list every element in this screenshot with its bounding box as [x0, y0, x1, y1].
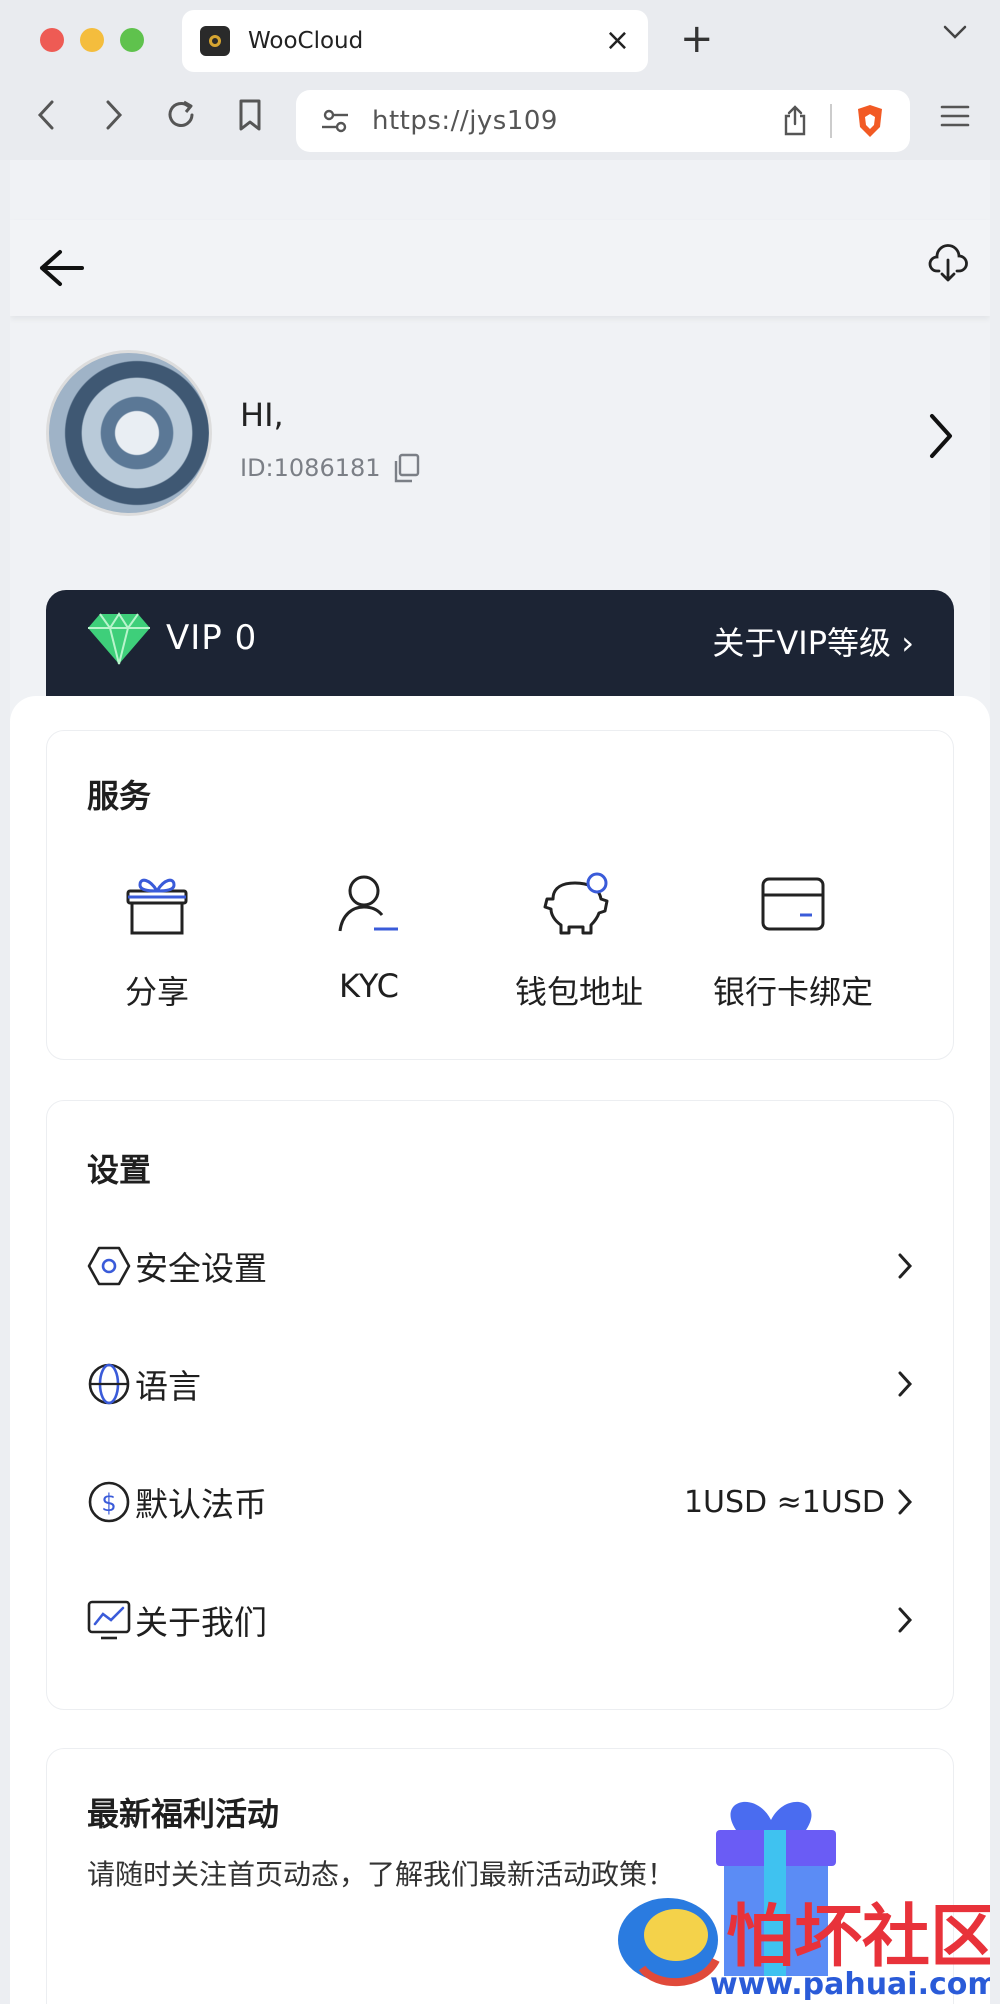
user-verify-icon [338, 875, 398, 932]
promo-subtitle: 请随时关注首页动态，了解我们最新活动政策！ [87, 1858, 676, 1891]
tab-list-chevron-icon[interactable] [942, 24, 968, 40]
back-arrow-icon[interactable] [38, 248, 84, 288]
brave-shield-icon[interactable] [854, 103, 886, 139]
settings-row-currency-label: 默认法币 [135, 1485, 267, 1524]
settings-row-language[interactable]: 语言 [87, 1349, 913, 1419]
service-share-label: 分享 [124, 973, 189, 1011]
user-id-row: ID:1086181 [240, 452, 421, 484]
close-window-button[interactable] [40, 28, 64, 52]
url-separator [830, 104, 832, 138]
shield-hex-icon [87, 1244, 131, 1288]
minimize-window-button[interactable] [80, 28, 104, 52]
settings-row-security[interactable]: 安全设置 [87, 1231, 913, 1301]
bank-card-icon [761, 877, 825, 931]
share-icon[interactable] [782, 105, 808, 137]
promo-title: 最新福利活动 [87, 1795, 280, 1833]
site-favicon-icon [200, 26, 230, 56]
fish-mascot-illustration [618, 1898, 720, 1987]
globe-icon [87, 1362, 131, 1406]
new-tab-button[interactable]: + [680, 16, 714, 62]
settings-row-about-label: 关于我们 [135, 1603, 267, 1642]
copy-icon[interactable] [391, 452, 421, 484]
service-kyc-label: KYC [339, 967, 399, 1005]
dollar-icon: $ [87, 1480, 131, 1524]
watermark-logo: 怕坏社区 www.pahuai.com [618, 1801, 990, 2000]
app-page: HI, ID:1086181 VIP 0 关于VIP等级 › 服务 分享 KYC… [10, 160, 990, 2004]
service-wallet-address[interactable]: 钱包地址 [469, 871, 689, 1013]
settings-row-about[interactable]: 关于我们 [87, 1585, 913, 1655]
services-card: 服务 分享 KYC 钱包地址 银行卡绑定 [46, 730, 954, 1060]
bookmark-icon[interactable] [236, 98, 264, 132]
settings-title: 设置 [87, 1151, 152, 1189]
svg-text:$: $ [101, 1489, 116, 1517]
chevron-right-icon [898, 1607, 913, 1633]
address-bar[interactable]: https://jys109 [296, 90, 910, 152]
settings-card: 设置 安全设置 语言 $ 默认法币 1USD ≈1USD 关于我们 [46, 1100, 954, 1710]
profile-chevron-right-icon[interactable] [928, 412, 954, 460]
service-bank-card-label: 银行卡绑定 [712, 973, 873, 1011]
greeting-text: HI, [240, 396, 284, 434]
reload-icon[interactable] [164, 98, 198, 132]
piggy-bank-icon [543, 872, 609, 935]
watermark-url: www.pahuai.com [710, 1967, 990, 2000]
settings-row-security-label: 安全设置 [135, 1249, 267, 1288]
service-share[interactable]: 分享 [47, 871, 267, 1013]
diamond-gem-icon [88, 612, 150, 665]
chevron-right-icon [898, 1371, 913, 1397]
watermark-text: 怕坏社区 [726, 1898, 990, 1977]
back-nav-icon[interactable] [34, 98, 58, 132]
gift-icon [126, 878, 188, 935]
monitor-chart-icon [87, 1598, 131, 1642]
url-text[interactable]: https://jys109 [372, 106, 782, 136]
services-title: 服务 [87, 777, 152, 815]
tab-title: WooCloud [248, 28, 364, 54]
service-kyc[interactable]: KYC [259, 871, 479, 1005]
cloud-download-icon[interactable] [928, 244, 968, 284]
tab-close-button[interactable]: × [605, 26, 630, 56]
settings-row-currency-value: 1USD ≈1USD [683, 1484, 885, 1520]
chevron-right-icon [898, 1489, 913, 1515]
page-top-bar [10, 220, 990, 316]
avatar[interactable] [46, 350, 212, 516]
maximize-window-button[interactable] [120, 28, 144, 52]
window-controls [40, 28, 144, 52]
browser-menu-icon[interactable] [940, 104, 970, 128]
vip-banner[interactable]: VIP 0 关于VIP等级 › [46, 590, 954, 700]
service-wallet-address-label: 钱包地址 [514, 973, 643, 1011]
browser-tab[interactable]: WooCloud × [182, 10, 648, 72]
service-bank-card[interactable]: 银行卡绑定 [683, 871, 903, 1013]
user-id-text: ID:1086181 [240, 454, 381, 482]
about-vip-link[interactable]: 关于VIP等级 › [712, 618, 914, 664]
forward-nav-icon[interactable] [102, 98, 126, 132]
settings-row-currency[interactable]: $ 默认法币 1USD ≈1USD [87, 1467, 913, 1537]
settings-row-language-label: 语言 [135, 1367, 201, 1406]
vip-level-label: VIP 0 [166, 618, 258, 658]
browser-chrome: WooCloud × + https://jys109 [0, 0, 1000, 160]
site-settings-icon[interactable] [320, 108, 350, 134]
chevron-right-icon [898, 1253, 913, 1279]
